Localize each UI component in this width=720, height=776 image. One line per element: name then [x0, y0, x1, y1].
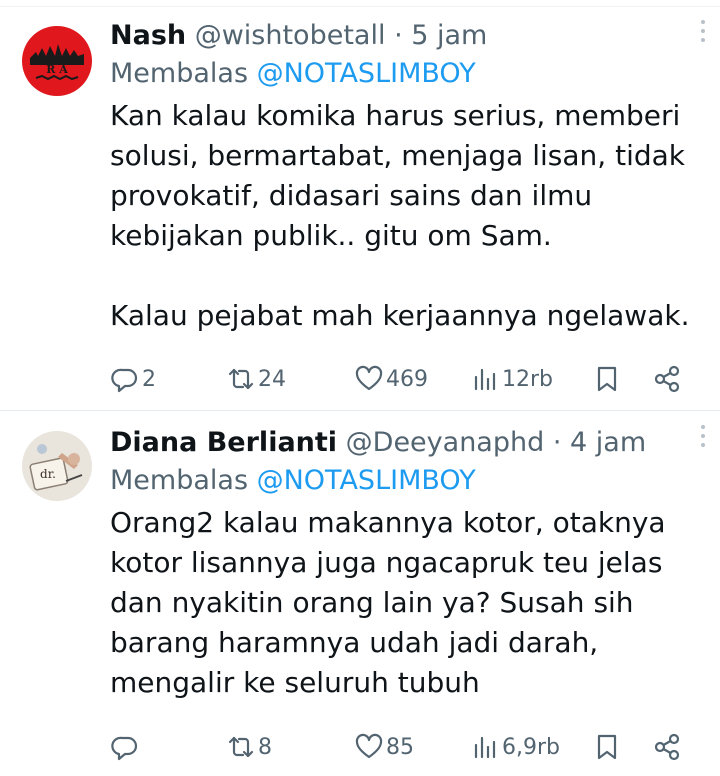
tweet[interactable]: dr. Diana Berlianti @Deeyanaphd · 4 jam … [0, 411, 720, 776]
reply-count: 2 [142, 366, 156, 392]
views-icon [474, 368, 496, 391]
like-count: 469 [386, 366, 428, 392]
reply-context: Membalas @NOTASLIMBOY [110, 461, 700, 501]
views-count: 6,9rb [502, 734, 560, 760]
share-icon [654, 733, 680, 761]
author-name[interactable]: Diana Berlianti [110, 427, 337, 458]
retweet-count: 24 [258, 366, 286, 392]
avatar-logo-text: dr. [40, 467, 56, 481]
reply-icon [111, 368, 138, 393]
bookmark-icon [597, 366, 617, 392]
tweet-text: Orang2 kalau makannya kotor, otaknya kot… [110, 506, 666, 699]
like-count: 85 [386, 734, 414, 760]
avatar[interactable]: dr. [22, 431, 92, 501]
avatar-logo-text: R A [46, 63, 68, 76]
avatar[interactable]: R A [22, 26, 92, 96]
action-bar: 8 85 6,9rb [108, 729, 688, 765]
more-icon[interactable] [700, 20, 706, 46]
like-button[interactable]: 85 [354, 729, 414, 765]
timestamp[interactable]: 4 jam [570, 427, 646, 458]
author-name[interactable]: Nash [110, 20, 186, 51]
tweet-header: Diana Berlianti @Deeyanaphd · 4 jam [110, 425, 700, 461]
retweet-button[interactable]: 24 [226, 361, 286, 397]
reply-mention-link[interactable]: @NOTASLIMBOY [257, 58, 476, 89]
share-button[interactable] [652, 729, 682, 765]
tweet-header: Nash @wishtobetall · 5 jam [110, 18, 700, 54]
retweet-button[interactable]: 8 [226, 729, 272, 765]
tweet[interactable]: R A Nash @wishtobetall · 5 jam Membalas … [0, 6, 720, 410]
reply-button[interactable]: 2 [110, 361, 156, 397]
tweet-text: Kan kalau komika harus serius, memberi s… [110, 99, 690, 332]
reply-prefix: Membalas [110, 465, 249, 496]
retweet-count: 8 [258, 734, 272, 760]
share-icon [654, 365, 680, 393]
action-bar: 2 24 469 12rb [108, 361, 688, 397]
reply-mention-link[interactable]: @NOTASLIMBOY [257, 465, 476, 496]
reply-context: Membalas @NOTASLIMBOY [110, 54, 700, 94]
more-icon[interactable] [700, 425, 706, 451]
share-button[interactable] [652, 361, 682, 397]
bookmark-button[interactable] [592, 729, 622, 765]
views-icon [474, 736, 496, 759]
retweet-icon [228, 736, 254, 758]
retweet-icon [228, 368, 254, 390]
reply-icon [111, 736, 138, 761]
author-handle[interactable]: @Deeyanaphd [346, 427, 545, 458]
heart-icon [355, 733, 383, 759]
author-handle[interactable]: @wishtobetall [195, 20, 386, 51]
separator: · [394, 20, 403, 51]
reply-prefix: Membalas [110, 58, 249, 89]
timestamp[interactable]: 5 jam [411, 20, 487, 51]
bookmark-icon [597, 734, 617, 760]
views-count: 12rb [502, 366, 554, 392]
bookmark-button[interactable] [592, 361, 622, 397]
reply-button[interactable] [110, 729, 142, 765]
like-button[interactable]: 469 [354, 361, 428, 397]
views-button[interactable]: 6,9rb [470, 729, 560, 765]
separator: · [552, 427, 562, 458]
views-button[interactable]: 12rb [470, 361, 553, 397]
heart-icon [355, 365, 383, 391]
